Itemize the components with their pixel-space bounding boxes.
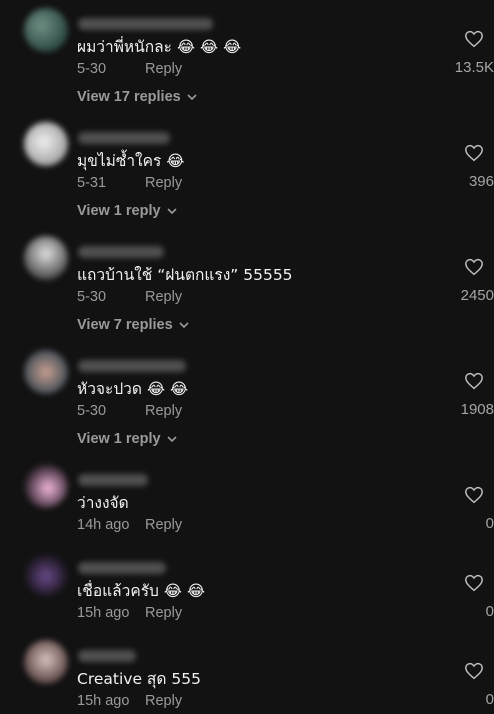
like-count: 2450 [460,287,494,304]
like-count: 0 [485,603,494,620]
comment-text: ว่างงจัด [77,494,129,512]
view-replies-button[interactable]: View 7 replies [77,317,189,333]
reply-button[interactable]: Reply [145,175,182,191]
username-blurred[interactable] [78,18,213,30]
avatar[interactable] [24,236,68,280]
heart-icon[interactable] [464,258,484,276]
username-blurred[interactable] [78,562,166,574]
avatar[interactable] [24,122,68,166]
chevron-down-icon [179,322,189,328]
username-blurred[interactable] [78,474,148,486]
like-count: 0 [485,515,494,532]
avatar[interactable] [24,464,68,508]
comment-text: มุขไม่ซ้ำใคร 😂 [77,152,185,170]
view-replies-button[interactable]: View 1 reply [77,431,177,447]
comment-timestamp: 14h ago [77,517,130,533]
reply-button[interactable]: Reply [145,693,182,709]
comment-item: ว่างงจัด 14h ago Reply 0 [0,464,494,542]
chevron-down-icon [166,208,177,214]
reply-button[interactable]: Reply [145,289,182,305]
comment-item: เชื่อแล้วครับ 😂 😂 15h ago Reply 0 [0,552,494,630]
comment-item: Creative สุด 555 15h ago Reply 0 [0,640,494,714]
comment-text: แถวบ้านใช้ “ฝนตกแรง” 55555 [77,266,293,284]
like-count: 396 [468,173,494,190]
comment-timestamp: 15h ago [77,693,130,709]
comment-item: แถวบ้านใช้ “ฝนตกแรง” 55555 5-30 Reply Vi… [0,236,494,342]
like-count: 13.5K [454,59,494,76]
reply-button[interactable]: Reply [145,61,182,77]
view-replies-label: View 1 reply [77,431,161,447]
like-count: 0 [485,691,494,708]
heart-icon[interactable] [464,574,484,592]
comment-item: หัวจะปวด 😂 😂 5-30 Reply View 1 reply 190… [0,350,494,456]
username-blurred[interactable] [78,246,164,258]
comment-timestamp: 5-30 [77,289,107,305]
heart-icon[interactable] [464,144,484,162]
comment-timestamp: 5-30 [77,403,107,419]
comment-text: Creative สุด 555 [77,670,201,688]
like-count: 1908 [460,401,494,418]
avatar[interactable] [24,350,68,394]
avatar[interactable] [24,640,68,684]
username-blurred[interactable] [78,360,186,372]
heart-icon[interactable] [464,30,484,48]
chevron-down-icon [187,94,197,100]
comment-item: มุขไม่ซ้ำใคร 😂 5-31 Reply View 1 reply 3… [0,122,494,228]
avatar[interactable] [24,552,68,596]
comment-timestamp: 5-30 [77,61,107,77]
heart-icon[interactable] [464,372,484,390]
comment-text: หัวจะปวด 😂 😂 [77,380,189,398]
heart-icon[interactable] [464,662,484,680]
comment-item: ผมว่าพี่หนักละ 😂 😂 😂 5-30 Reply View 17 … [0,8,494,114]
view-replies-button[interactable]: View 17 replies [77,89,197,105]
reply-button[interactable]: Reply [145,517,182,533]
comment-text: ผมว่าพี่หนักละ 😂 😂 😂 [77,38,242,56]
reply-button[interactable]: Reply [145,403,182,419]
chevron-down-icon [166,436,177,442]
comment-timestamp: 15h ago [77,605,130,621]
view-replies-label: View 1 reply [77,203,161,219]
comment-timestamp: 5-31 [77,175,107,191]
view-replies-label: View 7 replies [77,317,173,333]
reply-button[interactable]: Reply [145,605,182,621]
username-blurred[interactable] [78,650,136,662]
view-replies-label: View 17 replies [77,89,181,105]
view-replies-button[interactable]: View 1 reply [77,203,177,219]
comment-text: เชื่อแล้วครับ 😂 😂 [77,582,205,600]
heart-icon[interactable] [464,486,484,504]
avatar[interactable] [24,8,68,52]
username-blurred[interactable] [78,132,170,144]
